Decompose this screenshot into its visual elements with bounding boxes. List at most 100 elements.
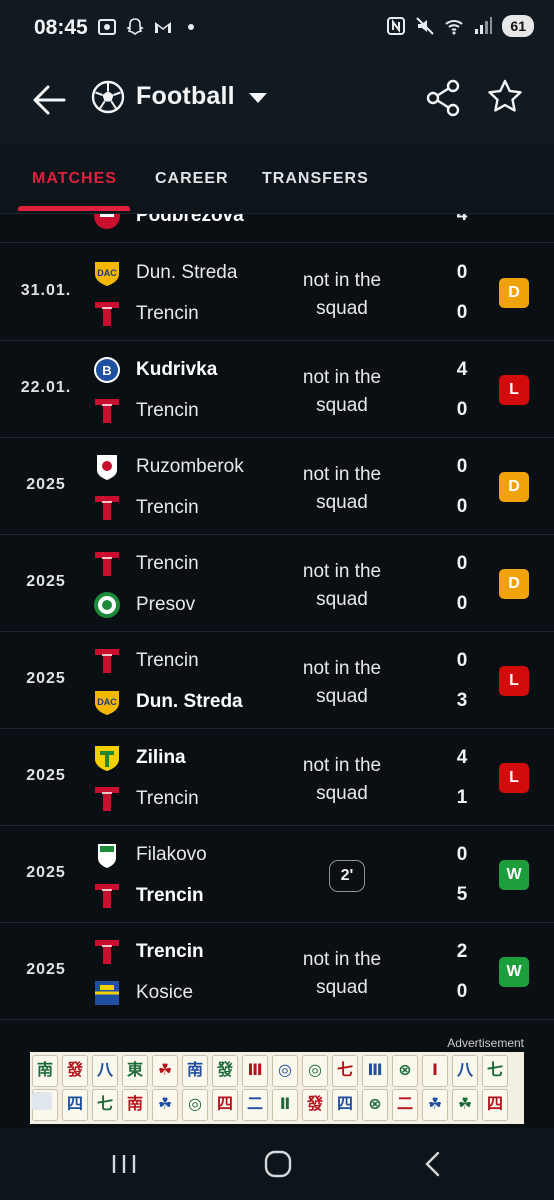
match-date: 2025 [26,961,66,978]
result-badge: L [499,666,529,696]
team-away: Trencin [92,396,292,426]
match-row[interactable]: 31.01. DAC Dun. Streda Trencin not in th… [0,244,554,341]
mahjong-tile: ☘ [422,1089,448,1121]
match-date: 2025 [26,573,66,590]
team-away: Trencin [92,299,292,329]
match-row[interactable]: 2025 Trencin Presov not in the squad 0 0… [0,535,554,632]
mahjong-tile: ◎ [272,1055,298,1087]
status-bar: 08:45 61 [0,0,554,58]
match-status: not in the squad [302,561,382,610]
trencin-logo [95,940,119,964]
away-score: 5 [456,884,468,905]
ad-label: Advertisement [447,1036,524,1050]
result-badge: D [499,472,529,502]
home-team-name: Filakovo [136,844,207,865]
trencin-logo [95,552,119,576]
recents-icon[interactable] [108,1148,140,1180]
match-status: not in the squad [302,949,382,998]
arrow-left-icon[interactable] [28,78,72,122]
tab-matches[interactable]: MATCHES [32,170,117,188]
mahjong-tile: 八 [452,1055,478,1087]
match-date: 22.01. [20,379,72,396]
svg-text:DAC: DAC [97,697,117,707]
podbrezova-logo [94,214,120,229]
dot-icon [188,24,194,30]
football-icon[interactable] [91,80,125,114]
mahjong-tile: ☘ [452,1089,478,1121]
team-home: Trencin [92,937,292,967]
ad-choices-icon[interactable] [32,1092,52,1110]
trencin-logo [95,787,119,811]
match-row[interactable]: 2025 Trencin DAC Dun. Streda not in the … [0,632,554,729]
team-away: Trencin [92,493,292,523]
team-away: Presov [92,590,292,620]
status-time: 08:45 [34,16,88,39]
tab-bar: MATCHES CAREER TRANSFERS [0,144,554,214]
mahjong-tile: Ⅲ [242,1055,268,1087]
mahjong-tile: 南 [122,1089,148,1121]
trencin-logo [95,496,119,520]
team-name: Podbrezova [136,214,244,226]
home-icon[interactable] [262,1148,294,1180]
team-home: Trencin [92,646,292,676]
away-team-name: Trencin [136,788,199,809]
active-tab-indicator [18,206,130,211]
signal-icon [475,17,493,34]
mahjong-tile: ☘ [152,1089,178,1121]
mahjong-tile: ◎ [182,1089,208,1121]
away-score: 0 [456,981,468,1002]
status-icons-right: 61 [386,15,534,37]
mute-icon [416,17,435,35]
home-score: 4 [456,747,468,768]
match-row[interactable]: 2025 Zilina Trencin not in the squad 4 1… [0,729,554,826]
share-icon[interactable] [424,78,464,118]
mahjong-tile: 發 [212,1055,238,1087]
chevron-down-icon[interactable] [247,90,269,106]
result-badge: L [499,375,529,405]
match-row[interactable]: 2025 Ruzomberok Trencin not in the squad… [0,438,554,535]
mahjong-tile: 東 [122,1055,148,1087]
away-team-name: Trencin [136,400,199,421]
zilina-logo [95,746,119,771]
mahjong-tile: ⊗ [362,1089,388,1121]
mahjong-tile: Ⅰ [422,1055,448,1087]
snapchat-icon [126,18,144,35]
match-row[interactable]: 22.01. B Kudrivka Trencin not in the squ… [0,341,554,438]
match-row[interactable]: 2025 Filakovo Trencin 2' 0 5 W [0,826,554,923]
result-badge: D [499,569,529,599]
ad-banner[interactable]: 南發八東☘南發Ⅲ◎◎七Ⅲ⊗Ⅰ八七⊗四七南☘◎四二Ⅱ發四⊗二☘☘四 [30,1052,524,1124]
team-home: Zilina [92,743,292,773]
svg-text:DAC: DAC [97,268,117,278]
home-team-name: Zilina [136,747,186,768]
match-list[interactable]: Podbrezova squad 4 31.01. DAC Dun. Stred… [0,214,554,1034]
tab-career[interactable]: CAREER [155,170,229,188]
match-status: squad [282,214,402,219]
team-away: Podbrezova [92,214,292,231]
mahjong-tile: ◎ [302,1055,328,1087]
away-team-name: Trencin [136,885,204,906]
kudrivka-logo: B [94,357,120,383]
trencin-logo [95,399,119,423]
svg-text:B: B [102,363,111,378]
tab-transfers[interactable]: TRANSFERS [262,170,369,188]
match-status: not in the squad [302,658,382,707]
mahjong-tile: ⊗ [392,1055,418,1087]
home-team-name: Dun. Streda [136,262,238,283]
away-score: 4 [456,214,468,225]
team-home: B Kudrivka [92,355,292,385]
match-date: 2025 [26,476,66,493]
mahjong-tile: 七 [92,1089,118,1121]
team-home: Ruzomberok [92,452,292,482]
home-score: 0 [456,262,468,283]
match-status: not in the squad [302,755,382,804]
star-icon[interactable] [485,77,525,117]
home-team-name: Kudrivka [136,359,218,380]
sport-title[interactable]: Football [136,82,235,111]
home-team-name: Trencin [136,650,199,671]
back-nav-icon[interactable] [418,1148,450,1180]
home-team-name: Trencin [136,941,204,962]
match-row-partial[interactable]: Podbrezova squad 4 [0,214,554,243]
mahjong-tile: Ⅲ [362,1055,388,1087]
result-badge: W [499,957,529,987]
match-row[interactable]: 2025 Trencin Kosice not in the squad 2 0… [0,923,554,1020]
